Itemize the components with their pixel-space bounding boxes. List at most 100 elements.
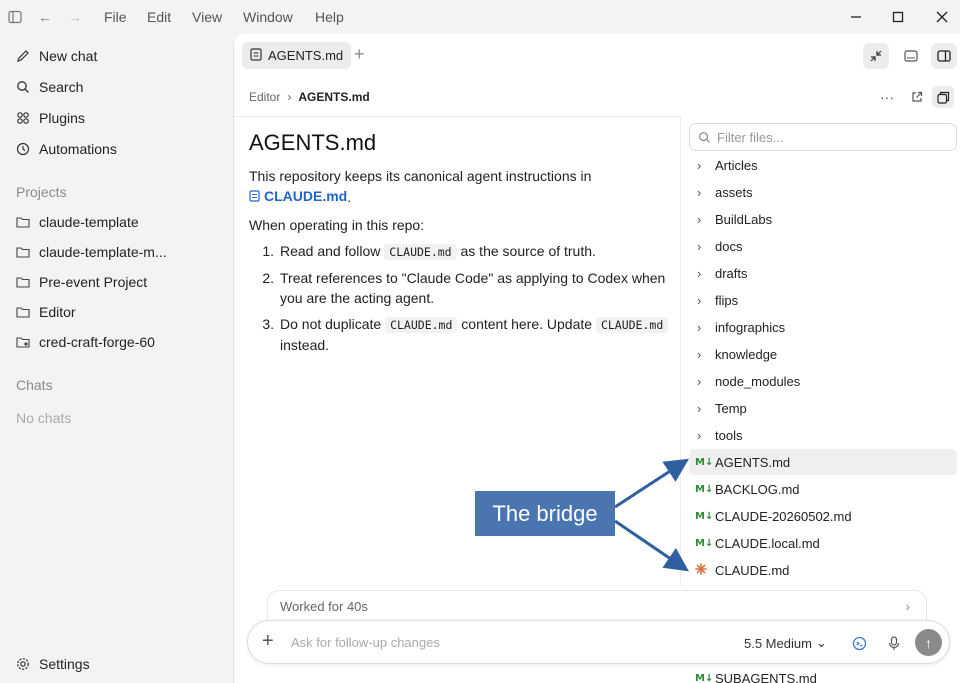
- markdown-icon: M↓: [695, 510, 714, 522]
- chevron-right-icon: ›: [905, 599, 910, 614]
- new-chat-label: New chat: [39, 48, 98, 64]
- clock-icon: [16, 142, 30, 156]
- send-button[interactable]: ↑: [915, 629, 942, 656]
- sidebar: New chat Search Plugins Automations Proj…: [0, 34, 232, 683]
- chevron-down-icon: ⌄: [815, 635, 827, 650]
- chevron-right-icon: ›: [287, 90, 292, 104]
- code-inline: CLAUDE.md: [595, 317, 669, 333]
- file-item-selected[interactable]: M↓ AGENTS.md: [689, 449, 957, 475]
- project-item[interactable]: Editor: [16, 301, 76, 323]
- title-bar: ← → File Edit View Window Help: [0, 0, 960, 34]
- breadcrumb-root[interactable]: Editor: [249, 90, 280, 104]
- chevron-right-icon: ›: [697, 346, 702, 362]
- panel-right-icon[interactable]: [931, 43, 957, 69]
- folder-item[interactable]: › Articles: [689, 152, 957, 178]
- instruction-list: 1. Read and follow CLAUDE.md as the sour…: [249, 241, 669, 355]
- chevron-right-icon: ›: [697, 292, 702, 308]
- panel-bottom-icon[interactable]: [898, 43, 924, 69]
- project-item[interactable]: claude-template: [16, 211, 139, 233]
- filter-placeholder: Filter files...: [717, 129, 784, 145]
- chevron-right-icon: ›: [697, 184, 702, 200]
- plugins-icon: [16, 111, 30, 125]
- back-arrow-icon[interactable]: ←: [36, 8, 54, 26]
- chevron-right-icon: ›: [697, 373, 702, 389]
- tab-agents-md[interactable]: AGENTS.md: [242, 42, 352, 69]
- file-item[interactable]: M↓ BACKLOG.md: [689, 476, 957, 502]
- folder-icon: [16, 305, 30, 319]
- folder-item[interactable]: › node_modules: [689, 368, 957, 394]
- automations-button[interactable]: Automations: [16, 138, 117, 160]
- project-item[interactable]: claude-template-m...: [16, 241, 167, 263]
- folder-item[interactable]: › flips: [689, 287, 957, 313]
- file-item[interactable]: M↓ CLAUDE-20260502.md: [689, 503, 957, 529]
- collapse-icon[interactable]: [863, 43, 889, 69]
- folder-item[interactable]: › infographics: [689, 314, 957, 340]
- search-icon: [16, 80, 30, 94]
- close-icon[interactable]: [931, 6, 953, 28]
- claude-md-link-label: CLAUDE.md: [264, 188, 348, 204]
- sidebar-toggle-icon[interactable]: [6, 8, 24, 26]
- search-button[interactable]: Search: [16, 76, 83, 98]
- folder-item[interactable]: › tools: [689, 422, 957, 448]
- intro-paragraph: This repository keeps its canonical agen…: [249, 168, 592, 206]
- tab-label: AGENTS.md: [268, 48, 344, 63]
- open-external-icon[interactable]: [906, 86, 928, 108]
- menu-window[interactable]: Window: [243, 9, 293, 25]
- pencil-icon: [16, 49, 30, 63]
- project-label: Editor: [39, 304, 76, 320]
- add-attachment-icon[interactable]: +: [262, 631, 274, 651]
- project-label: Pre-event Project: [39, 274, 148, 290]
- context-icon[interactable]: [848, 632, 870, 654]
- project-label: claude-template: [39, 214, 139, 230]
- copy-icon[interactable]: [932, 86, 954, 108]
- microphone-icon[interactable]: [883, 632, 905, 654]
- folder-item[interactable]: › docs: [689, 233, 957, 259]
- intro-text: This repository keeps its canonical agen…: [249, 168, 592, 184]
- minimize-icon[interactable]: [845, 6, 867, 28]
- claude-md-link[interactable]: CLAUDE.md: [249, 186, 347, 206]
- plugins-button[interactable]: Plugins: [16, 107, 85, 129]
- worked-label: Worked for 40s: [280, 599, 368, 614]
- document-content: AGENTS.md This repository keeps its cano…: [249, 130, 669, 361]
- file-item[interactable]: M↓ CLAUDE.local.md: [689, 530, 957, 556]
- project-item[interactable]: cred-craft-forge-60: [16, 331, 155, 353]
- chevron-right-icon: ›: [697, 265, 702, 281]
- automations-label: Automations: [39, 141, 117, 157]
- menu-help[interactable]: Help: [315, 9, 344, 25]
- menu-view[interactable]: View: [192, 9, 222, 25]
- folder-item[interactable]: › assets: [689, 179, 957, 205]
- settings-button[interactable]: Settings: [16, 653, 90, 675]
- folder-item[interactable]: › Temp: [689, 395, 957, 421]
- gear-icon: [16, 657, 30, 671]
- plugins-label: Plugins: [39, 110, 85, 126]
- worked-status-bar[interactable]: Worked for 40s ›: [267, 590, 927, 622]
- model-selector[interactable]: 5.5 Medium ⌄: [744, 635, 827, 651]
- forward-arrow-icon[interactable]: →: [66, 8, 84, 26]
- menu-file[interactable]: File: [104, 9, 127, 25]
- main-panel: AGENTS.md + Editor › AGENTS.md ··· AGENT…: [233, 34, 960, 683]
- model-label: 5.5 Medium: [744, 635, 812, 651]
- file-item[interactable]: CLAUDE.md: [689, 557, 957, 583]
- maximize-icon[interactable]: [887, 6, 909, 28]
- project-item[interactable]: Pre-event Project: [16, 271, 147, 293]
- annotation-callout: The bridge: [475, 491, 615, 536]
- composer: + Ask for follow-up changes 5.5 Medium ⌄…: [247, 620, 950, 664]
- search-label: Search: [39, 79, 84, 95]
- folder-item[interactable]: › knowledge: [689, 341, 957, 367]
- file-item[interactable]: M↓ SUBAGENTS.md: [689, 665, 957, 683]
- menu-edit[interactable]: Edit: [147, 9, 171, 25]
- new-tab-icon[interactable]: +: [354, 45, 365, 63]
- divider: [234, 116, 680, 117]
- folder-icon: [16, 245, 30, 259]
- composer-input[interactable]: Ask for follow-up changes: [291, 635, 440, 650]
- folder-icon: [16, 215, 30, 229]
- document-icon: [250, 47, 262, 64]
- folder-item[interactable]: › BuildLabs: [689, 206, 957, 232]
- filter-files-input[interactable]: Filter files...: [689, 123, 957, 151]
- more-icon[interactable]: ···: [876, 86, 898, 108]
- folder-item[interactable]: › drafts: [689, 260, 957, 286]
- breadcrumb-current: AGENTS.md: [298, 90, 370, 104]
- no-chats-text: No chats: [16, 410, 72, 426]
- code-inline: CLAUDE.md: [384, 244, 457, 260]
- new-chat-button[interactable]: New chat: [16, 45, 97, 67]
